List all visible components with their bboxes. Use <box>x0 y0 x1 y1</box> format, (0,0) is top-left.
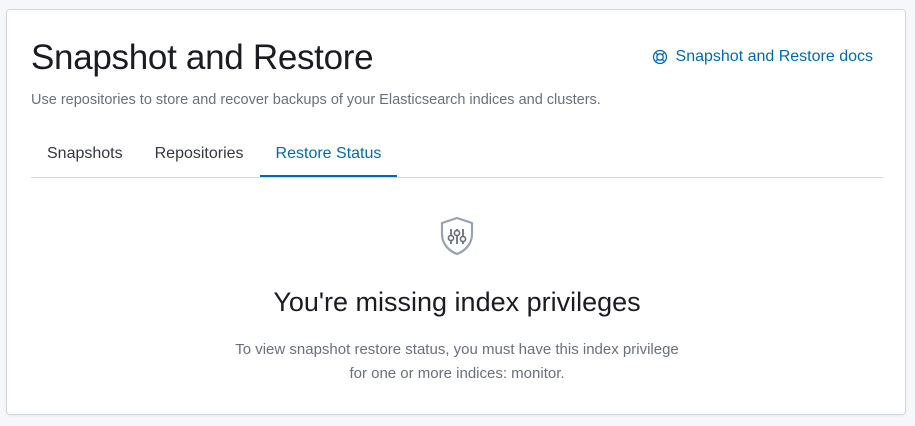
docs-link[interactable]: Snapshot and Restore docs <box>652 48 873 66</box>
empty-state: You're missing index privileges To view … <box>31 215 883 386</box>
tab-bar: Snapshots Repositories Restore Status <box>31 137 883 178</box>
tab-restore-status[interactable]: Restore Status <box>259 137 398 177</box>
empty-state-title: You're missing index privileges <box>273 287 641 317</box>
empty-state-body-line-1: To view snapshot restore status, you mus… <box>235 341 679 358</box>
page-panel: Snapshot and Restore Snapshot and Restor… <box>6 9 906 415</box>
help-icon <box>652 49 668 65</box>
page-description: Use repositories to store and recover ba… <box>31 92 601 108</box>
page-title: Snapshot and Restore <box>31 38 374 77</box>
docs-link-label: Snapshot and Restore docs <box>675 48 873 65</box>
empty-state-body: To view snapshot restore status, you mus… <box>187 338 727 386</box>
tab-snapshots[interactable]: Snapshots <box>31 137 139 177</box>
empty-state-body-line-2: for one or more indices: monitor. <box>349 365 565 382</box>
tab-repositories[interactable]: Repositories <box>139 137 260 177</box>
shield-icon <box>438 215 476 262</box>
